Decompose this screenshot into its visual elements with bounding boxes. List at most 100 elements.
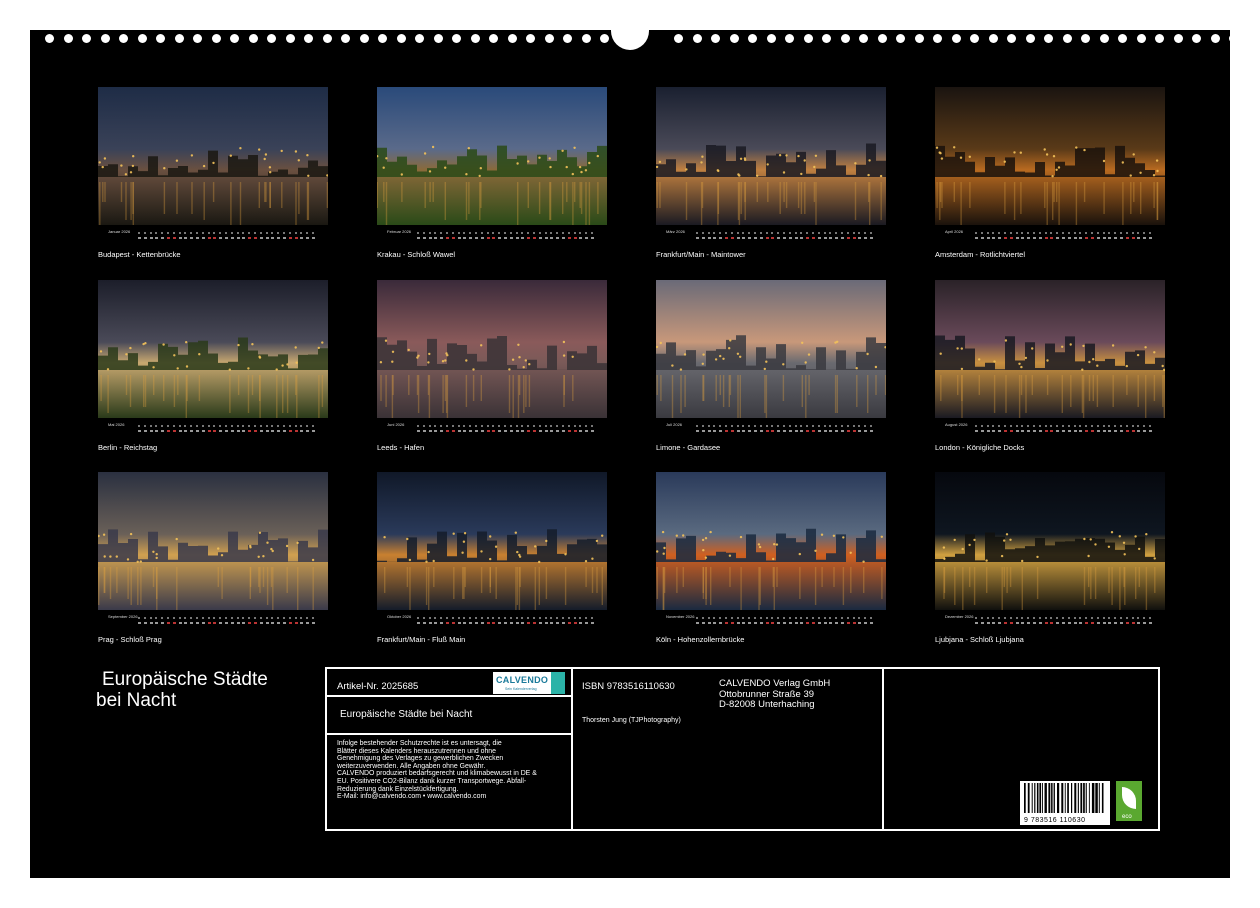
day-mark (823, 622, 827, 624)
day-mark (172, 430, 176, 432)
weekday-mark (846, 425, 849, 427)
weekday-mark (794, 425, 797, 427)
weekday-mark (428, 617, 431, 619)
weekday-mark (567, 232, 570, 234)
weekday-mark (1085, 617, 1088, 619)
weekday-mark (736, 617, 739, 619)
weekday-mark (1062, 232, 1064, 234)
day-mark (213, 237, 217, 239)
barcode-bar (1042, 783, 1043, 813)
binding-hole (859, 34, 868, 43)
weekday-mark (138, 617, 140, 619)
day-mark (265, 430, 269, 432)
weekday-mark (1149, 617, 1151, 619)
weekday-mark (486, 425, 489, 427)
weekday-mark (440, 232, 443, 234)
weekday-mark (527, 232, 530, 234)
day-mark (417, 430, 420, 432)
photo-scene (377, 87, 607, 225)
weekday-mark (788, 425, 791, 427)
logo-text: CALVENDO (496, 675, 549, 685)
day-mark (451, 622, 455, 624)
day-mark (259, 430, 263, 432)
day-mark (701, 237, 705, 239)
day-mark (1079, 622, 1083, 624)
weekday-mark (446, 617, 448, 619)
weekday-mark (190, 617, 193, 619)
weekday-mark (155, 617, 158, 619)
day-mark (457, 430, 461, 432)
weekday-mark (178, 617, 181, 619)
article-number: Artikel-Nr. 2025685 (337, 681, 419, 692)
logo-flag-icon (551, 672, 565, 694)
weekday-mark (713, 425, 716, 427)
day-mark (196, 237, 199, 239)
day-mark (852, 622, 856, 624)
binding-hole (1155, 34, 1164, 43)
binding-hole (193, 34, 202, 43)
weekday-mark (475, 232, 477, 234)
barcode-bar (1044, 783, 1047, 813)
weekday-mark (794, 232, 797, 234)
day-mark (1091, 237, 1094, 239)
weekday-mark (591, 232, 593, 234)
weekday-mark (748, 617, 751, 619)
day-mark (509, 622, 513, 624)
weekday-mark (248, 617, 251, 619)
weekday-mark (788, 617, 791, 619)
weekday-mark (1114, 425, 1117, 427)
day-mark (1009, 622, 1013, 624)
day-mark (986, 622, 990, 624)
weekday-mark (556, 232, 559, 234)
weekday-mark (730, 617, 733, 619)
day-mark (585, 430, 589, 432)
weekday-mark (870, 232, 872, 234)
day-mark (725, 430, 728, 432)
day-mark (829, 237, 833, 239)
weekday-mark (457, 232, 460, 234)
weekday-mark (236, 232, 239, 234)
day-mark (730, 237, 734, 239)
weekday-mark (265, 425, 268, 427)
weekday-mark (440, 617, 443, 619)
weekday-mark (1102, 232, 1105, 234)
day-mark (777, 430, 781, 432)
weekday-mark (1027, 425, 1030, 427)
day-mark (486, 430, 490, 432)
day-mark (725, 237, 728, 239)
day-mark (533, 622, 536, 624)
weekday-mark (1125, 617, 1128, 619)
weekday-mark (1120, 617, 1122, 619)
weekday-mark (155, 232, 158, 234)
day-mark (219, 622, 223, 624)
disclaimer-line: weiterzuverwenden. Alle Angaben ohne Gew… (337, 762, 486, 770)
weekday-mark (696, 425, 698, 427)
divider (882, 669, 884, 829)
day-mark (167, 622, 170, 624)
barcode-bar (1083, 783, 1085, 813)
weekday-mark (521, 425, 524, 427)
weekday-mark (556, 617, 559, 619)
weekday-mark (864, 617, 867, 619)
publisher-address: CALVENDO Verlag GmbH Ottobrunner Straße … (719, 678, 830, 711)
day-mark (492, 430, 496, 432)
month-caption: Krakau - Schloß Wawel (377, 250, 456, 259)
day-mark (1009, 430, 1013, 432)
day-mark (1050, 622, 1054, 624)
binding-hole (1136, 34, 1146, 43)
binding-hole (433, 34, 443, 43)
day-mark (1125, 237, 1129, 239)
day-mark (1004, 430, 1007, 432)
month-photo (656, 472, 886, 610)
weekday-mark (817, 232, 820, 234)
day-mark (1137, 237, 1141, 239)
binding-hole (230, 34, 239, 43)
weekday-mark (213, 425, 216, 427)
weekday-mark (783, 425, 785, 427)
barcode-bar (1080, 783, 1083, 813)
weekday-mark (1114, 617, 1117, 619)
weekday-mark (765, 425, 768, 427)
disclaimer-line: Infolge bestehender Schutzrechte ist es … (337, 740, 502, 747)
weekday-mark (1015, 232, 1018, 234)
day-mark (1015, 237, 1019, 239)
